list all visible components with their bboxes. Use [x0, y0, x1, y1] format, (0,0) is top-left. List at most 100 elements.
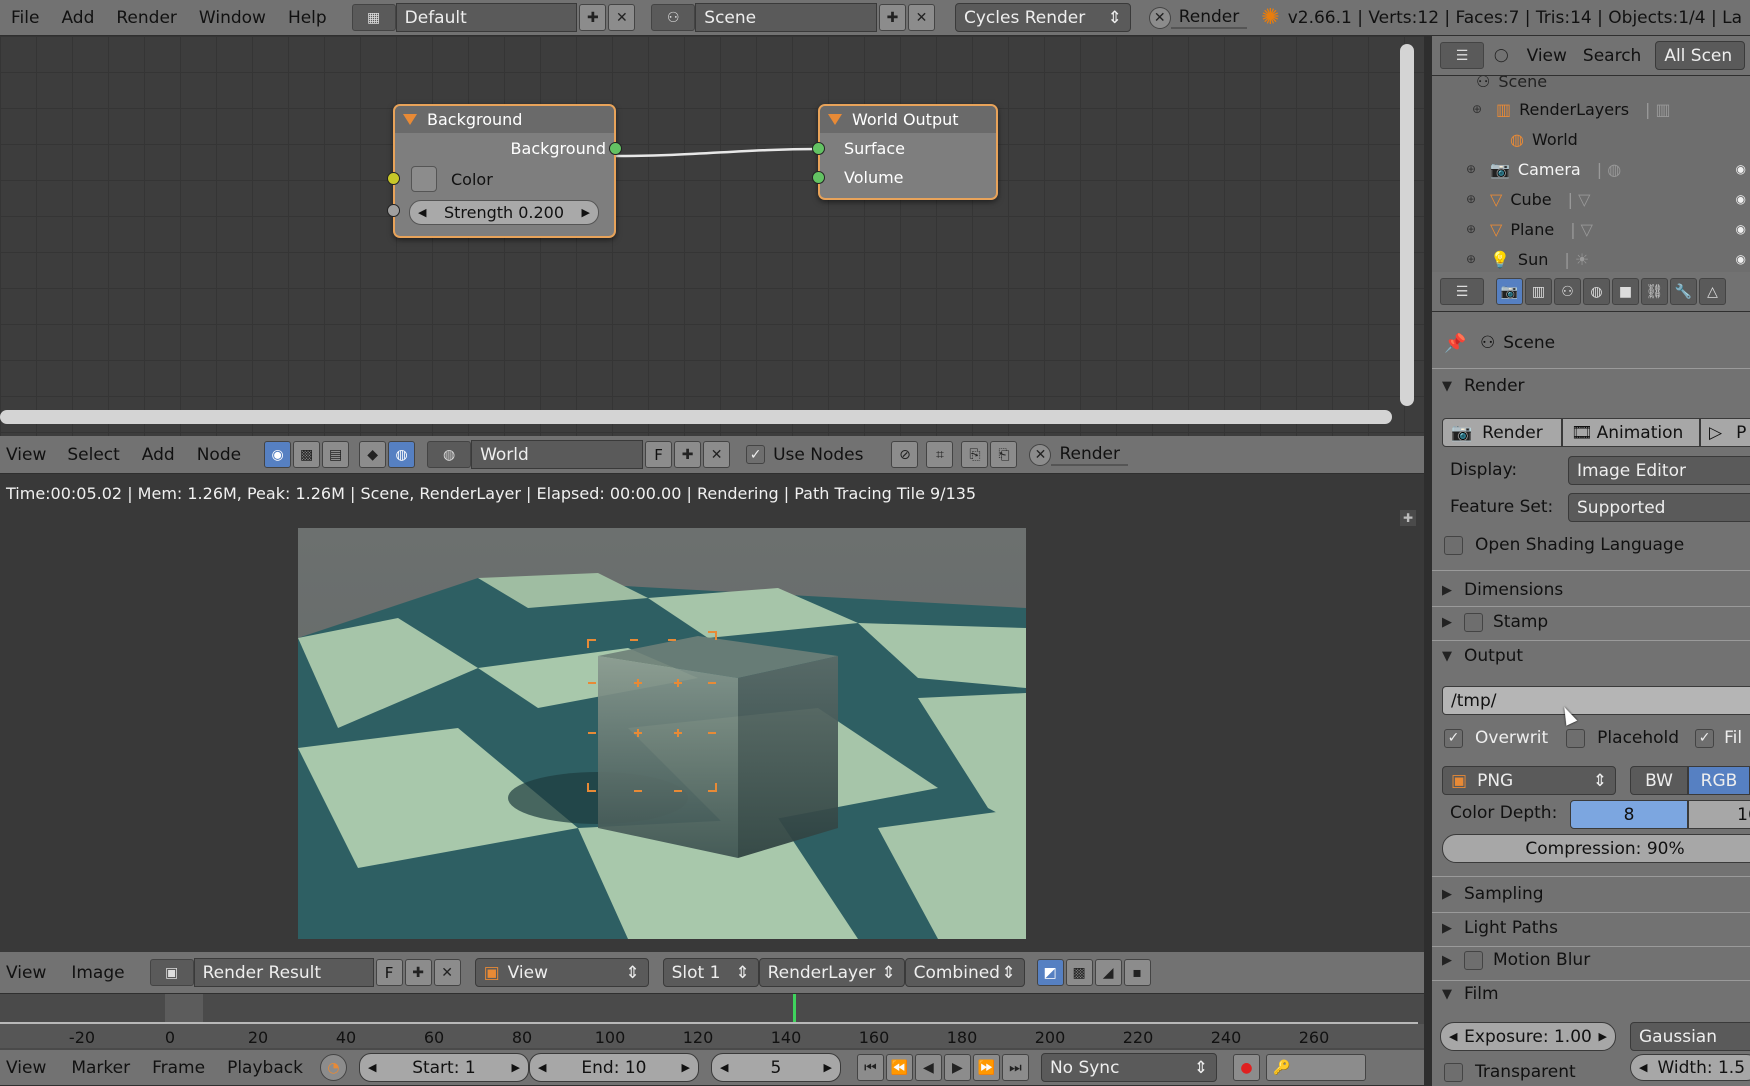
scene-context-icon[interactable]: ⚇ [1554, 278, 1581, 305]
visibility-eye-icon[interactable]: ◉ [1736, 162, 1746, 176]
decrement-arrow-icon[interactable]: ◀ [720, 1061, 728, 1074]
render-animation-button[interactable]: 🎞 Animation [1562, 418, 1700, 447]
expand-toggle-icon[interactable]: ⊕ [1466, 162, 1486, 176]
filter-type-select[interactable]: Gaussian [1630, 1022, 1750, 1051]
world-browse-icon[interactable]: ◍ [427, 441, 472, 468]
vertical-scrollbar[interactable] [1400, 44, 1414, 406]
expand-toggle-icon[interactable]: ⊕ [1466, 252, 1486, 266]
strength-field[interactable]: ◀ Strength 0.200 ▶ [409, 200, 599, 225]
image-browse-icon[interactable]: ▣ [149, 959, 194, 986]
visibility-eye-icon[interactable]: ◉ [1736, 192, 1746, 206]
image-menu-image[interactable]: Image [60, 963, 135, 983]
osl-row[interactable]: Open Shading Language [1444, 535, 1684, 555]
filter-width-field[interactable]: ◀ Width: 1.5 [1630, 1054, 1750, 1081]
increment-arrow-icon[interactable]: ▶ [681, 1061, 689, 1074]
increment-arrow-icon[interactable]: ▶ [823, 1061, 831, 1074]
color-depth-16-button[interactable]: 16 [1688, 800, 1750, 829]
motion-blur-checkbox[interactable] [1464, 950, 1483, 970]
menu-render[interactable]: Render [105, 8, 188, 28]
decrement-arrow-icon[interactable]: ◀ [1639, 1061, 1647, 1074]
slot-select[interactable]: Slot 1 ⇕ [662, 958, 759, 987]
screen-layout-icon[interactable]: ▦ [351, 4, 396, 31]
image-fake-user-button[interactable]: F [375, 959, 403, 986]
color-swatch[interactable] [411, 166, 437, 192]
data-link-icon[interactable]: | ☀ [1564, 250, 1589, 269]
expand-toggle-icon[interactable]: ⊕ [1466, 222, 1486, 236]
stamp-panel-header[interactable]: ▶ Stamp [1432, 612, 1548, 632]
modifiers-context-icon[interactable]: 🔧 [1670, 278, 1697, 305]
image-datablock-field[interactable]: Render Result [193, 958, 374, 987]
area-divider[interactable] [1424, 36, 1432, 1086]
fake-user-button[interactable]: F [645, 441, 673, 468]
menu-window[interactable]: Window [188, 8, 277, 28]
render-pass-select[interactable]: Combined ⇕ [904, 958, 1025, 987]
texture-nodes-icon[interactable]: ▩ [293, 441, 321, 468]
render-result-image[interactable] [298, 528, 1026, 939]
add-layout-icon[interactable]: ✚ [579, 4, 607, 31]
timeline-menu-marker[interactable]: Marker [60, 1058, 141, 1078]
decrement-arrow-icon[interactable]: ◀ [538, 1061, 546, 1074]
file-extensions-checkbox[interactable]: ✓ [1695, 728, 1715, 748]
render-image-button[interactable]: 📷 Render [1442, 418, 1562, 447]
compositing-nodes-icon[interactable]: ▤ [322, 441, 350, 468]
draw-alpha-only-icon[interactable]: ▪ [1123, 959, 1151, 986]
data-context-icon[interactable]: △ [1699, 278, 1726, 305]
node-menu-node[interactable]: Node [186, 445, 252, 465]
scene-icon[interactable]: ⚇ [651, 4, 696, 31]
copy-nodes-icon[interactable]: ⎘ [961, 441, 989, 468]
horizontal-scrollbar[interactable] [0, 410, 1392, 424]
shader-nodes-icon[interactable]: ◉ [264, 441, 292, 468]
strength-input-socket[interactable] [387, 204, 400, 217]
increment-arrow-icon[interactable]: ▶ [1599, 1030, 1607, 1043]
object-context-icon[interactable]: ■ [1612, 278, 1639, 305]
increment-arrow-icon[interactable]: ▶ [582, 206, 590, 219]
collapse-triangle-icon[interactable] [403, 114, 417, 125]
preview-range-clock-icon[interactable]: ◔ [319, 1054, 347, 1081]
screen-layout-field[interactable]: Default [395, 3, 578, 32]
data-link-icon[interactable]: | ▽ [1568, 190, 1591, 209]
decrement-arrow-icon[interactable]: ◀ [1449, 1030, 1457, 1043]
outliner-row[interactable]: ⊕ 📷 Camera | ◍ ◉ [1432, 154, 1750, 184]
background-node[interactable]: Background Background Color ◀ Strength 0… [387, 104, 622, 238]
sampling-panel-header[interactable]: ▶ Sampling [1432, 884, 1544, 904]
properties-editor-type-icon[interactable]: ☰ [1440, 278, 1484, 305]
filter-icon[interactable]: ◯ [1494, 48, 1509, 63]
world-shader-icon[interactable]: ◍ [388, 441, 416, 468]
constraints-context-icon[interactable]: ⛓ [1641, 278, 1668, 305]
increment-arrow-icon[interactable]: ▶ [511, 1061, 519, 1074]
unlink-image-icon[interactable]: ✕ [433, 959, 461, 986]
transparent-row[interactable]: Transparent [1444, 1062, 1576, 1082]
output-path-field[interactable]: /tmp/ [1442, 686, 1750, 715]
visibility-eye-icon[interactable]: ◉ [1736, 252, 1746, 266]
outliner-row[interactable]: ⊕ 💡 Sun | ☀ ◉ [1432, 244, 1750, 272]
add-world-icon[interactable]: ✚ [674, 441, 702, 468]
expand-region-icon[interactable]: ✚ [1400, 510, 1416, 526]
outliner-editor-type-icon[interactable]: ☰ [1440, 42, 1484, 69]
play-reverse-icon[interactable]: ◀ [914, 1054, 942, 1081]
jump-end-icon[interactable]: ⏭ [1001, 1054, 1029, 1081]
node-menu-select[interactable]: Select [56, 445, 130, 465]
timeline-menu-view[interactable]: View [0, 1058, 60, 1078]
object-shader-icon[interactable]: ◆ [359, 441, 387, 468]
world-context-icon[interactable]: ◍ [1583, 278, 1610, 305]
draw-alpha-checker-icon[interactable]: ▩ [1065, 959, 1093, 986]
outliner-row[interactable]: ⊕ ▥ RenderLayers | ▥ [1432, 94, 1750, 124]
timeline-area[interactable]: -20 0 20 40 60 80 100 120 140 160 180 200 220 240 260 [0, 994, 1424, 1050]
scene-field[interactable]: Scene [695, 3, 878, 32]
outliner-menu-search[interactable]: Search [1575, 46, 1649, 66]
decrement-arrow-icon[interactable]: ◀ [368, 1061, 376, 1074]
film-panel-header[interactable]: ▼ Film [1432, 984, 1499, 1004]
keying-set-icon[interactable]: 🔑 [1265, 1054, 1366, 1081]
visibility-eye-icon[interactable]: ◉ [1736, 222, 1746, 236]
transparent-checkbox[interactable] [1444, 1062, 1463, 1082]
file-format-select[interactable]: ▣ PNG ⇕ [1442, 766, 1616, 795]
record-keyframe-icon[interactable]: ● [1232, 1054, 1260, 1081]
outliner-row[interactable]: ⊕ ▽ Plane | ▽ ◉ [1432, 214, 1750, 244]
timeline-menu-frame[interactable]: Frame [141, 1058, 216, 1078]
render-context-icon[interactable]: 📷 [1496, 278, 1523, 305]
outliner-row[interactable]: ◍ World [1432, 124, 1750, 154]
render-layers-context-icon[interactable]: ▥ [1525, 278, 1552, 305]
node-menu-add[interactable]: Add [131, 445, 186, 465]
light-paths-panel-header[interactable]: ▶ Light Paths [1432, 918, 1558, 938]
expand-toggle-icon[interactable]: ⊕ [1472, 102, 1492, 116]
